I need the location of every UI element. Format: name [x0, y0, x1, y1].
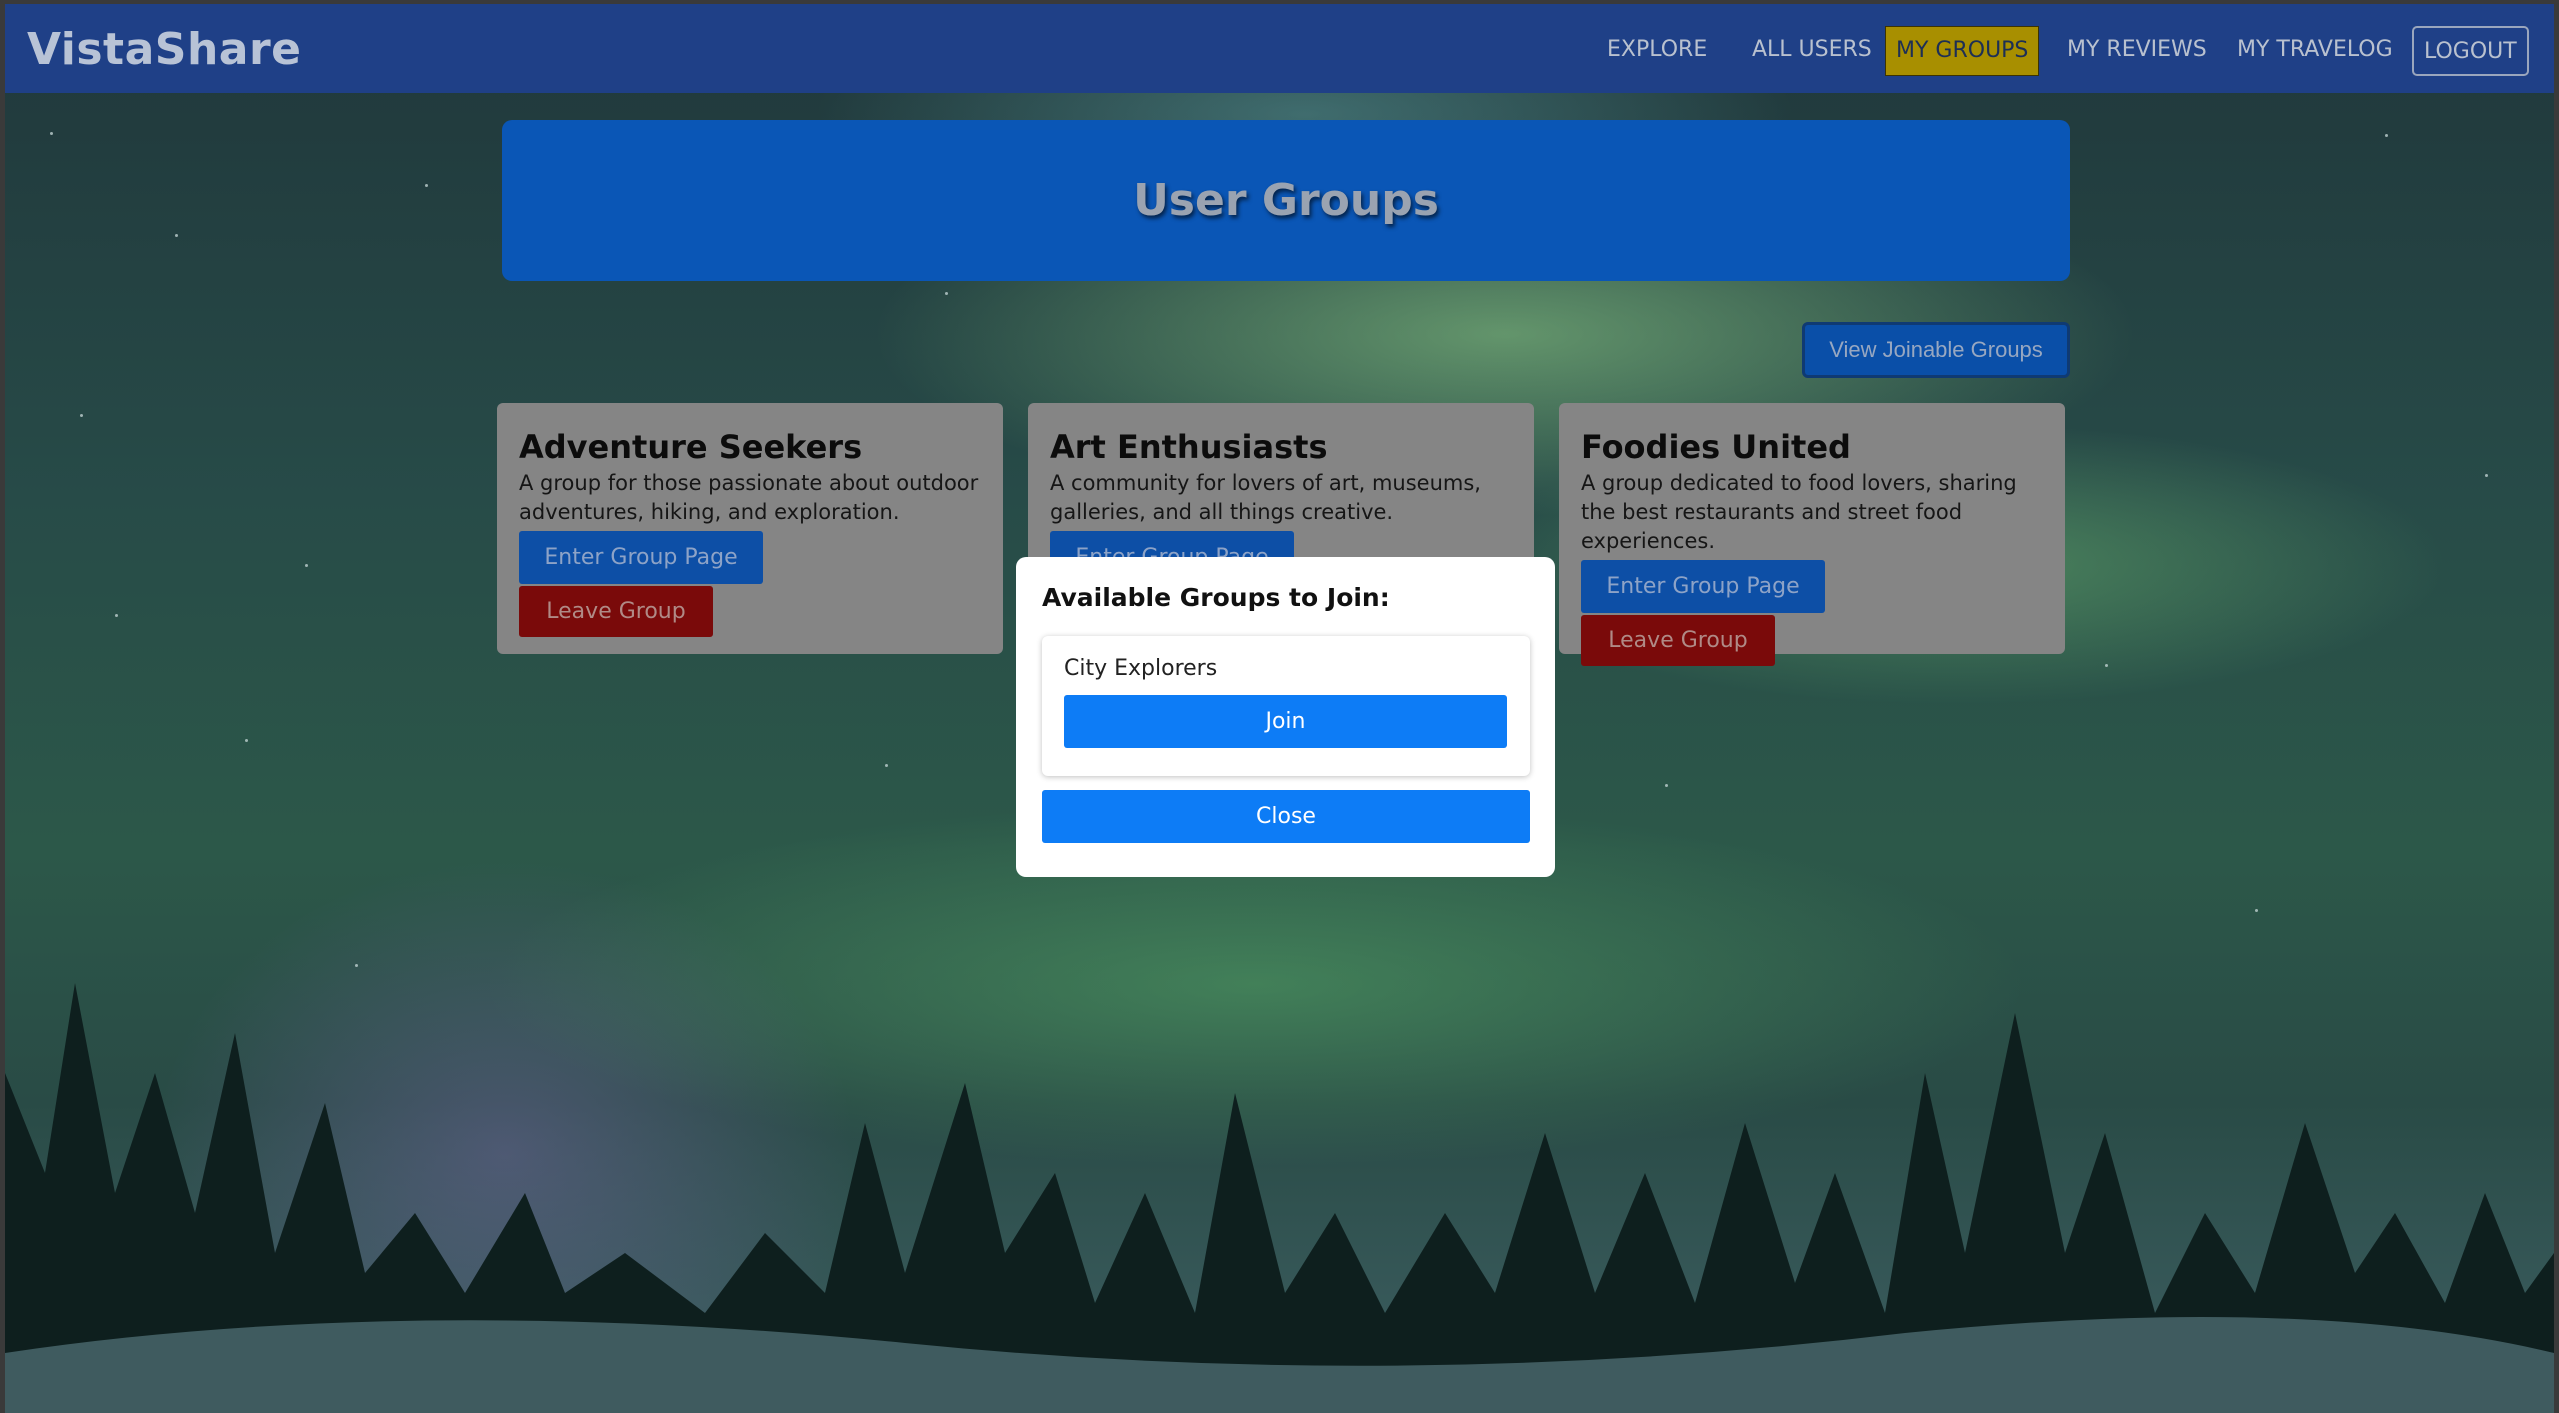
join-button[interactable]: Join — [1064, 695, 1507, 748]
leave-group-button[interactable]: Leave Group — [519, 586, 713, 637]
nav-logout[interactable]: LOGOUT — [2412, 26, 2529, 76]
app-window: VistaShare EXPLORE ALL USERS MY GROUPS M… — [5, 4, 2554, 1413]
group-description: A group for those passionate about outdo… — [519, 471, 979, 524]
enter-group-page-button[interactable]: Enter Group Page — [519, 531, 763, 584]
nav-all-users[interactable]: ALL USERS — [1742, 26, 1882, 76]
nav-my-reviews[interactable]: MY REVIEWS — [2057, 26, 2217, 76]
nav-my-groups[interactable]: MY GROUPS — [1885, 26, 2040, 76]
nav-explore[interactable]: EXPLORE — [1597, 26, 1717, 76]
group-description: A group dedicated to food lovers, sharin… — [1581, 471, 2017, 553]
group-card: Foodies United A group dedicated to food… — [1559, 403, 2065, 666]
group-name: Foodies United — [1581, 428, 1851, 466]
group-card: Adventure Seekers A group for those pass… — [497, 403, 1003, 654]
enter-group-page-button[interactable]: Enter Group Page — [1581, 560, 1825, 613]
page-header-banner: User Groups — [502, 120, 2070, 281]
group-description: A community for lovers of art, museums, … — [1050, 471, 1481, 524]
leave-group-button[interactable]: Leave Group — [1581, 615, 1775, 666]
joinable-groups-modal: Available Groups to Join: City Explorers… — [1016, 557, 1555, 877]
top-navbar: VistaShare EXPLORE ALL USERS MY GROUPS M… — [5, 4, 2554, 93]
page-title: User Groups — [1133, 175, 1439, 226]
view-joinable-groups-button[interactable]: View Joinable Groups — [1802, 322, 2070, 378]
group-name: Adventure Seekers — [519, 428, 863, 466]
nav-my-travelog[interactable]: MY TRAVELOG — [2227, 26, 2403, 76]
brand-logo[interactable]: VistaShare — [27, 24, 302, 75]
joinable-group-name: City Explorers — [1064, 656, 1218, 681]
group-name: Art Enthusiasts — [1050, 428, 1328, 466]
joinable-group-item: City Explorers Join — [1042, 636, 1530, 776]
modal-title: Available Groups to Join: — [1042, 583, 1390, 612]
close-button[interactable]: Close — [1042, 790, 1530, 843]
